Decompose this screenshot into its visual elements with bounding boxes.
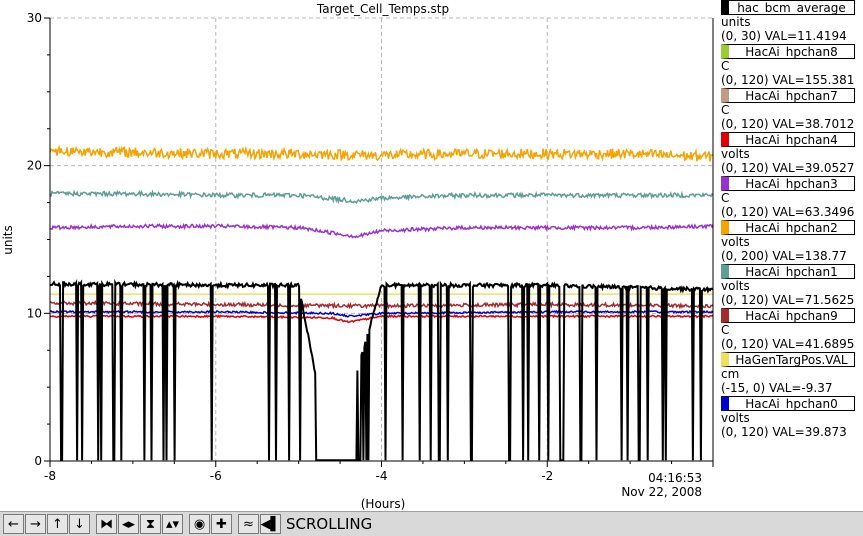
toolbar-button[interactable]: ◂▸: [118, 514, 139, 534]
legend-entry[interactable]: HacAi_hpchan7 C (0, 120) VAL=38.7012: [717, 88, 863, 132]
axes: 0 10 20 30 -8 -6 -4 -2: [27, 11, 714, 483]
plot-area[interactable]: Target_Cell_Temps.stp units (Hours) 04:1…: [0, 0, 717, 511]
toolbar-separator: [233, 514, 237, 534]
toolbar-button[interactable]: ▴▾: [162, 514, 183, 534]
y-tick-label: 20: [27, 159, 42, 173]
legend-series-unit: units: [721, 15, 751, 29]
legend-series-unit: volts: [721, 279, 750, 293]
toolbar-button[interactable]: ↑: [47, 514, 68, 534]
toolbar-button[interactable]: ←: [3, 514, 24, 534]
legend-entry[interactable]: hac_bcm_average units (0, 30) VAL=11.4194: [717, 0, 863, 44]
end-date-label: Nov 22, 2008: [621, 485, 702, 499]
legend-series-range: (0, 120) VAL=39.873: [721, 425, 847, 439]
legend-series-unit: C: [721, 323, 730, 337]
legend-entry[interactable]: HacAi_hpchan4 volts (0, 120) VAL=39.0527: [717, 132, 863, 176]
legend-entry[interactable]: HacAi_hpchan8 C (0, 120) VAL=155.381: [717, 44, 863, 88]
legend-series-name[interactable]: HacAi_hpchan9: [721, 308, 855, 323]
toolbar-separator: [184, 514, 188, 534]
x-tick-label: -8: [44, 469, 56, 483]
end-time-label: 04:16:53: [648, 471, 702, 485]
y-tick-label: 10: [27, 306, 42, 320]
legend-series-name[interactable]: HacAi_hpchan3: [721, 176, 855, 191]
grid: [49, 17, 713, 462]
legend-series-range: (0, 120) VAL=71.5625: [721, 293, 855, 307]
legend-entry[interactable]: HaGenTargPos.VAL cm (-15, 0) VAL=-9.37: [717, 352, 863, 396]
toolbar-button[interactable]: ⧓: [96, 514, 117, 534]
toolbar-button[interactable]: ⧗: [140, 514, 161, 534]
toolbar-button[interactable]: →: [25, 514, 46, 534]
legend-series-name[interactable]: HacAi_hpchan0: [721, 396, 855, 411]
legend-series-range: (-15, 0) VAL=-9.37: [721, 381, 833, 395]
scroll-status: SCROLLING: [286, 515, 373, 533]
legend-series-range: (0, 120) VAL=155.381: [721, 73, 855, 87]
legend-entry[interactable]: HacAi_hpchan1 volts (0, 120) VAL=71.5625: [717, 264, 863, 308]
legend-entry[interactable]: HacAi_hpchan3 C (0, 120) VAL=63.3496: [717, 176, 863, 220]
legend-series-unit: C: [721, 103, 730, 117]
legend-entry[interactable]: HacAi_hpchan9 C (0, 120) VAL=41.6895: [717, 308, 863, 352]
legend-series-name[interactable]: HacAi_hpchan4: [721, 132, 855, 147]
toolbar-button[interactable]: ↓: [69, 514, 90, 534]
legend-series-name[interactable]: HacAi_hpchan7: [721, 88, 855, 103]
legend-series-range: (0, 120) VAL=38.7012: [721, 117, 855, 131]
legend-series-unit: cm: [721, 367, 740, 381]
legend-series-name[interactable]: HacAi_hpchan8: [721, 44, 855, 59]
legend-series-range: (0, 200) VAL=138.77: [721, 249, 847, 263]
legend-series-range: (0, 120) VAL=41.6895: [721, 337, 855, 351]
legend-series-unit: volts: [721, 411, 750, 425]
legend-series-unit: volts: [721, 235, 750, 249]
toolbar: ← → ↑ ↓ ⧓ ◂▸ ⧗ ▴▾ ◉ ✚ ≈ ◀▌ SCROLLING: [0, 511, 863, 536]
legend-series-name[interactable]: HacAi_hpchan2: [721, 220, 855, 235]
legend-series-name[interactable]: HacAi_hpchan1: [721, 264, 855, 279]
chart-title: Target_Cell_Temps.stp: [316, 2, 449, 16]
legend-series-unit: volts: [721, 147, 750, 161]
x-tick-label: -4: [376, 469, 388, 483]
toolbar-button[interactable]: ◀▌: [260, 514, 281, 534]
toolbar-button[interactable]: ≈: [238, 514, 259, 534]
legend-series-range: (0, 30) VAL=11.4194: [721, 29, 847, 43]
toolbar-button[interactable]: ✚: [211, 514, 232, 534]
y-tick-label: 0: [34, 454, 42, 468]
x-tick-label: -6: [210, 469, 222, 483]
legend-series-unit: C: [721, 59, 730, 73]
legend-series-name[interactable]: HaGenTargPos.VAL: [721, 352, 855, 367]
legend-series-name[interactable]: hac_bcm_average: [721, 0, 855, 15]
legend-series-range: (0, 120) VAL=63.3496: [721, 205, 855, 219]
x-tick-label: -2: [541, 469, 553, 483]
toolbar-buttons: ← → ↑ ↓ ⧓ ◂▸ ⧗ ▴▾ ◉ ✚ ≈ ◀▌: [3, 514, 281, 534]
legend-series-range: (0, 120) VAL=39.0527: [721, 161, 855, 175]
y-axis-label: units: [1, 225, 15, 255]
legend-series-unit: C: [721, 191, 730, 205]
legend-entry[interactable]: HacAi_hpchan2 volts (0, 200) VAL=138.77: [717, 220, 863, 264]
toolbar-separator: [91, 514, 95, 534]
y-tick-label: 30: [27, 11, 42, 25]
toolbar-button[interactable]: ◉: [189, 514, 210, 534]
legend: hac_bcm_average units (0, 30) VAL=11.4194 H…: [717, 0, 863, 440]
legend-entry[interactable]: HacAi_hpchan0 volts (0, 120) VAL=39.873: [717, 396, 863, 440]
x-axis-label: (Hours): [361, 497, 406, 511]
